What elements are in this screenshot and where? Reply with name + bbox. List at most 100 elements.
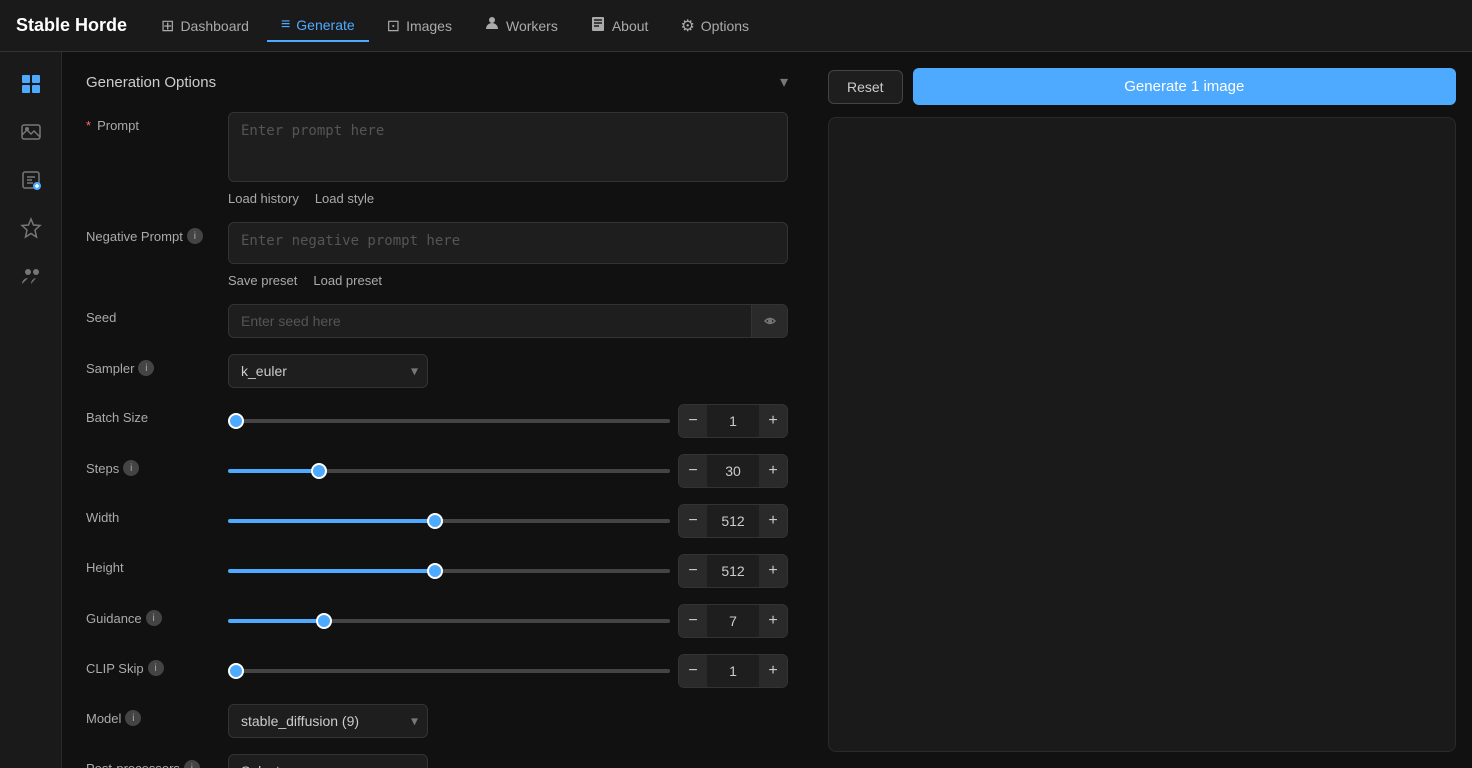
negative-prompt-info-icon[interactable]: i xyxy=(187,228,203,244)
width-input[interactable] xyxy=(707,505,759,537)
post-processors-wrap: Select xyxy=(228,754,788,768)
images-icon: ⊡ xyxy=(387,16,400,36)
nav-options[interactable]: ⚙ Options xyxy=(666,10,763,42)
post-processors-info-icon[interactable]: i xyxy=(184,760,200,768)
load-style-link[interactable]: Load style xyxy=(315,191,374,206)
height-label: Height xyxy=(86,554,216,575)
post-processors-select[interactable]: Select xyxy=(228,754,428,768)
steps-wrap: − + xyxy=(228,454,788,488)
load-preset-link[interactable]: Load preset xyxy=(313,273,382,288)
nav-about[interactable]: About xyxy=(576,9,663,42)
batch-size-input[interactable] xyxy=(707,405,759,437)
height-control: − + xyxy=(678,554,788,588)
batch-size-increment-button[interactable]: + xyxy=(759,405,787,437)
sidebar-icon-image[interactable] xyxy=(11,112,51,152)
negative-prompt-label: Negative Prompt i xyxy=(86,222,216,244)
steps-input[interactable] xyxy=(707,455,759,487)
model-select[interactable]: stable_diffusion (9) xyxy=(228,704,428,738)
batch-size-decrement-button[interactable]: − xyxy=(679,405,707,437)
clip-skip-increment-button[interactable]: + xyxy=(759,655,787,687)
negative-prompt-row: Negative Prompt i Save preset Load prese… xyxy=(86,222,788,288)
guidance-info-icon[interactable]: i xyxy=(146,610,162,626)
nav-dashboard[interactable]: ⊞ Dashboard xyxy=(147,10,263,42)
steps-row: Steps i − + xyxy=(86,454,788,488)
guidance-input[interactable] xyxy=(707,605,759,637)
reset-button[interactable]: Reset xyxy=(828,70,903,104)
model-select-wrap: stable_diffusion (9) xyxy=(228,704,428,738)
clip-skip-info-icon[interactable]: i xyxy=(148,660,164,676)
height-increment-button[interactable]: + xyxy=(759,555,787,587)
main-layout: Generation Options ▾ * Prompt Load histo… xyxy=(0,52,1472,768)
nav-images[interactable]: ⊡ Images xyxy=(373,10,466,42)
nav-images-label: Images xyxy=(406,18,452,34)
height-wrap: − + xyxy=(228,554,788,588)
right-panel: Reset Generate 1 image xyxy=(812,52,1472,768)
steps-increment-button[interactable]: + xyxy=(759,455,787,487)
guidance-decrement-button[interactable]: − xyxy=(679,605,707,637)
steps-slider-row: − + xyxy=(228,454,788,488)
width-decrement-button[interactable]: − xyxy=(679,505,707,537)
clip-skip-label: CLIP Skip i xyxy=(86,654,216,676)
width-row: Width − + xyxy=(86,504,788,538)
chevron-down-icon[interactable]: ▾ xyxy=(780,72,788,92)
batch-size-slider[interactable] xyxy=(228,419,670,423)
clip-skip-input[interactable] xyxy=(707,655,759,687)
nav-generate[interactable]: ≡ Generate xyxy=(267,10,369,42)
sampler-select[interactable]: k_euler xyxy=(228,354,428,388)
sidebar-icon-star[interactable] xyxy=(11,208,51,248)
batch-size-wrap: − + xyxy=(228,404,788,438)
width-slider-row: − + xyxy=(228,504,788,538)
generate-button[interactable]: Generate 1 image xyxy=(913,68,1456,105)
height-slider[interactable] xyxy=(228,569,670,573)
required-indicator: * xyxy=(86,118,91,133)
sidebar-icon-workers[interactable] xyxy=(11,256,51,296)
height-slider-row: − + xyxy=(228,554,788,588)
nav-dashboard-label: Dashboard xyxy=(180,18,249,34)
brand-title: Stable Horde xyxy=(16,15,127,36)
seed-input[interactable] xyxy=(229,305,751,337)
model-wrap: stable_diffusion (9) xyxy=(228,704,788,738)
seed-randomize-button[interactable] xyxy=(751,305,787,337)
height-decrement-button[interactable]: − xyxy=(679,555,707,587)
clip-skip-control: − + xyxy=(678,654,788,688)
guidance-slider-row: − + xyxy=(228,604,788,638)
clip-skip-slider[interactable] xyxy=(228,669,670,673)
guidance-increment-button[interactable]: + xyxy=(759,605,787,637)
model-info-icon[interactable]: i xyxy=(125,710,141,726)
prompt-links: Load history Load style xyxy=(228,191,788,206)
guidance-slider[interactable] xyxy=(228,619,670,623)
clip-skip-wrap: − + xyxy=(228,654,788,688)
prompt-input[interactable] xyxy=(228,112,788,182)
sidebar xyxy=(0,52,62,768)
nav-generate-label: Generate xyxy=(296,17,354,33)
post-processors-select-wrap: Select xyxy=(228,754,428,768)
negative-prompt-input[interactable] xyxy=(228,222,788,264)
generate-icon: ≡ xyxy=(281,16,290,34)
sampler-info-icon[interactable]: i xyxy=(138,360,154,376)
load-history-link[interactable]: Load history xyxy=(228,191,299,206)
sampler-select-wrap: k_euler xyxy=(228,354,428,388)
negative-prompt-links: Save preset Load preset xyxy=(228,273,788,288)
seed-label: Seed xyxy=(86,304,216,325)
action-row: Reset Generate 1 image xyxy=(828,68,1456,105)
sidebar-icon-style[interactable] xyxy=(11,160,51,200)
save-preset-link[interactable]: Save preset xyxy=(228,273,297,288)
width-label: Width xyxy=(86,504,216,525)
width-slider[interactable] xyxy=(228,519,670,523)
sidebar-icon-grid[interactable] xyxy=(11,64,51,104)
nav-workers[interactable]: Workers xyxy=(470,9,572,42)
steps-info-icon[interactable]: i xyxy=(123,460,139,476)
steps-slider[interactable] xyxy=(228,469,670,473)
steps-decrement-button[interactable]: − xyxy=(679,455,707,487)
clip-skip-decrement-button[interactable]: − xyxy=(679,655,707,687)
width-increment-button[interactable]: + xyxy=(759,505,787,537)
guidance-label: Guidance i xyxy=(86,604,216,626)
batch-size-label: Batch Size xyxy=(86,404,216,425)
options-icon: ⚙ xyxy=(680,16,694,36)
generation-panel: Generation Options ▾ * Prompt Load histo… xyxy=(62,52,812,768)
batch-size-row: Batch Size − + xyxy=(86,404,788,438)
height-input[interactable] xyxy=(707,555,759,587)
prompt-control-wrap: Load history Load style xyxy=(228,112,788,206)
width-wrap: − + xyxy=(228,504,788,538)
nav-about-label: About xyxy=(612,18,649,34)
